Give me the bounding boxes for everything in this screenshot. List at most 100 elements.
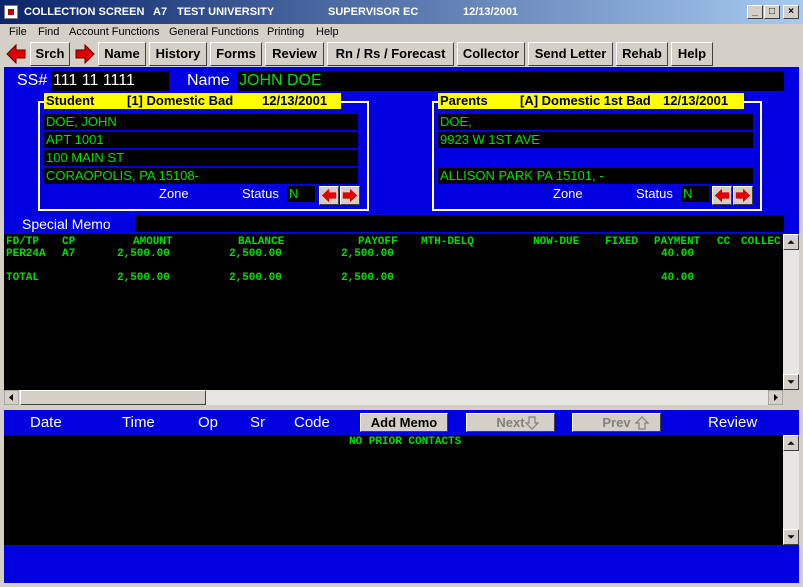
menu-general-functions[interactable]: General Functions [169,26,259,38]
scroll-right-icon[interactable] [768,390,783,405]
close-button[interactable]: × [783,5,799,19]
menu-printing[interactable]: Printing [267,26,304,38]
prev-button-label: Prev [602,415,631,430]
collector-button[interactable]: Collector [457,42,525,66]
forecast-button[interactable]: Rn / Rs / Forecast [327,42,454,66]
menu-help[interactable]: Help [316,26,339,38]
student-status-input[interactable]: N [287,186,315,202]
name-button[interactable]: Name [98,42,146,66]
app-icon [4,5,18,19]
student-line-1[interactable]: DOE, JOHN [44,114,358,130]
forms-button[interactable]: Forms [210,42,262,66]
parents-zone-label: Zone [553,186,583,201]
contacts-review-label[interactable]: Review [708,414,757,431]
window-title: COLLECTION SCREEN [24,6,145,18]
col-header-now-due: NOW-DUE [533,236,580,248]
status-bar [4,545,799,583]
contacts-col-time: Time [122,414,155,431]
forward-arrow-icon[interactable] [74,43,96,65]
history-button[interactable]: History [149,42,207,66]
student-box-title: Student [1] Domestic Bad 12/13/2001 [44,93,341,109]
scroll-up-icon[interactable] [783,234,799,250]
maximize-button[interactable]: □ [764,5,780,19]
row-payoff: 2,500.00 [341,248,394,260]
student-line-4[interactable]: CORAOPOLIS, PA 15108- [44,168,358,184]
contacts-header: Date Time Op Sr Code Add Memo Next Prev … [4,410,799,435]
next-button[interactable]: Next [466,413,555,432]
window-code: A7 [153,6,168,18]
col-header-payment: PAYMENT [654,236,701,248]
search-button[interactable]: Srch [30,42,70,66]
scroll-left-icon[interactable] [4,390,19,405]
parents-title-label: Parents [440,93,488,108]
scroll-down-icon[interactable] [783,374,799,390]
student-line-2[interactable]: APT 1001 [44,132,358,148]
ss-input[interactable]: 111 11 1111 [51,71,169,91]
student-status-label: Status [242,186,279,201]
student-prev-arrow-icon[interactable] [319,186,339,205]
menu-find[interactable]: Find [38,26,59,38]
total-payment: 40.00 [661,272,695,284]
special-memo-label: Special Memo [22,216,111,232]
send-letter-button[interactable]: Send Letter [528,42,613,66]
parents-box-title: Parents [A] Domestic 1st Bad 12/13/2001 [438,93,744,109]
student-zone-label: Zone [159,186,189,201]
student-title-status: [1] Domestic Bad [127,93,234,108]
prev-button[interactable]: Prev [572,413,661,432]
up-arrow-icon [635,416,649,430]
parents-status-input[interactable]: N [681,186,709,202]
contacts-vertical-scrollbar[interactable] [783,435,799,545]
row-fdtp: PER24A [6,248,46,260]
help-button[interactable]: Help [671,42,713,66]
window-role: SUPERVISOR EC [328,6,419,18]
total-balance: 2,500.00 [229,272,282,284]
grid-horizontal-scrollbar[interactable] [4,390,783,405]
total-amount: 2,500.00 [117,272,170,284]
contacts-col-sr: Sr [250,414,265,431]
special-memo-input[interactable] [135,215,784,232]
student-title-label: Student [46,93,95,108]
student-title-date: 12/13/2001 [262,93,328,108]
contacts-col-op: Op [198,414,219,431]
contacts-list: NO PRIOR CONTACTS [4,435,799,545]
next-button-label: Next [496,415,525,430]
menu-bar: File Find Account Functions General Func… [0,24,803,41]
contacts-col-code: Code [294,414,330,431]
student-next-arrow-icon[interactable] [340,186,360,205]
scroll-thumb[interactable] [20,390,206,405]
total-label: TOTAL [6,272,40,284]
row-amount: 2,500.00 [117,248,170,260]
parents-line-1[interactable]: DOE, [438,114,753,130]
col-header-balance: BALANCE [238,236,285,248]
window-date: 12/13/2001 [463,6,519,18]
ss-label: SS# [17,72,48,89]
student-line-3[interactable]: 100 MAIN ST [44,150,358,166]
name-input[interactable]: JOHN DOE [237,71,784,91]
col-header-fdtp: FD/TP [6,236,40,248]
parents-line-2[interactable]: 9923 W 1ST AVE [438,132,753,148]
minimize-button[interactable]: _ [747,5,763,19]
back-arrow-icon[interactable] [5,43,27,65]
parents-title-date: 12/13/2001 [663,93,729,108]
menu-file[interactable]: File [9,26,27,38]
toolbar: Srch Name History Forms Review Rn / Rs /… [0,41,803,67]
menu-account-functions[interactable]: Account Functions [69,26,160,38]
name-label: Name [187,72,230,89]
grid-vertical-scrollbar[interactable] [783,234,799,390]
parents-title-status: [A] Domestic 1st Bad [520,93,651,108]
col-header-fixed: FIXED [605,236,639,248]
contacts-col-date: Date [30,414,62,431]
parents-line-4[interactable]: ALLISON PARK PA 15101, - [438,168,753,184]
row-payment: 40.00 [661,248,695,260]
contacts-scroll-up-icon[interactable] [783,435,799,451]
parents-status-label: Status [636,186,673,201]
account-panel: SS# 111 11 1111 Name JOHN DOE Student [1… [4,67,799,234]
col-header-payoff: PAYOFF [358,236,398,248]
add-memo-button[interactable]: Add Memo [360,413,448,432]
parents-next-arrow-icon[interactable] [733,186,753,205]
rehab-button[interactable]: Rehab [616,42,668,66]
review-button[interactable]: Review [265,42,324,66]
title-bar: COLLECTION SCREEN A7 TEST UNIVERSITY SUP… [0,0,803,24]
contacts-scroll-down-icon[interactable] [783,529,799,545]
parents-prev-arrow-icon[interactable] [712,186,732,205]
